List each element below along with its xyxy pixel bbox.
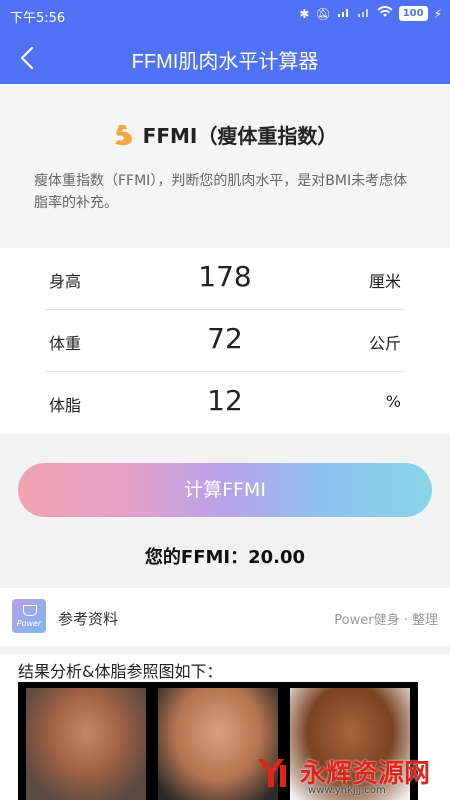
bluetooth-icon: ✱ bbox=[299, 6, 310, 21]
watermark-url: www.yhkjjj.com bbox=[307, 785, 386, 796]
status-bar: 下午5:56 ✱ 🔕︎ 100 ⚡︎ bbox=[0, 0, 450, 32]
ffmi-result: 您的FFMI：20.00 bbox=[144, 547, 306, 568]
bodyfat-input[interactable]: 12 bbox=[145, 384, 305, 417]
weight-input[interactable]: 72 bbox=[145, 322, 305, 355]
intro-heading-text: FFMI（瘦体重指数） bbox=[142, 124, 338, 148]
status-time: 下午5:56 bbox=[10, 11, 66, 26]
analysis-caption: 结果分析&体脂参照图如下： bbox=[18, 662, 223, 681]
weight-unit: 公斤 bbox=[368, 334, 401, 353]
height-label: 身高 bbox=[49, 272, 82, 291]
analysis-section: 结果分析&体脂参照图如下： 永辉资源网 www.yhkjjj.com bbox=[0, 654, 450, 800]
battery-indicator: 100 bbox=[398, 6, 428, 21]
bodyfat-label: 体脂 bbox=[49, 396, 82, 415]
power-logo: Power bbox=[12, 599, 46, 633]
watermark: 永辉资源网 www.yhkjjj.com bbox=[254, 753, 430, 796]
weight-label: 体重 bbox=[49, 334, 82, 353]
signal-icon-2 bbox=[357, 6, 371, 21]
intro-description: 瘦体重指数（FFMI），判断您的肌肉水平，是对BMI未考虑体脂率的补充。 bbox=[34, 173, 408, 211]
height-unit: 厘米 bbox=[368, 272, 401, 291]
signal-icon bbox=[337, 6, 351, 21]
app-bar: FFMI肌肉水平计算器 bbox=[0, 32, 450, 84]
reference-bar[interactable]: Power 参考资料 Power健身 · 整理 bbox=[0, 588, 450, 646]
height-input[interactable]: 178 bbox=[145, 260, 305, 293]
wifi-icon bbox=[377, 6, 393, 21]
reference-source: Power健身 · 整理 bbox=[334, 613, 438, 628]
physique-photo-1 bbox=[26, 688, 146, 800]
bodyfat-row: 体脂 12 % bbox=[45, 372, 405, 434]
status-icons: ✱ 🔕︎ 100 ⚡︎ bbox=[299, 6, 442, 21]
cup-icon bbox=[23, 605, 37, 616]
weight-row: 体重 72 公斤 bbox=[45, 310, 405, 372]
calculate-ffmi-button[interactable]: 计算FFMI bbox=[18, 463, 432, 517]
muscle-arm-icon bbox=[114, 124, 132, 145]
intro-section: FFMI（瘦体重指数） 瘦体重指数（FFMI），判断您的肌肉水平，是对BMI未考… bbox=[0, 84, 450, 248]
logo-text: Power bbox=[16, 619, 42, 628]
height-row: 身高 178 厘米 bbox=[45, 248, 405, 310]
bodyfat-unit: % bbox=[385, 392, 401, 411]
mute-icon: 🔕︎ bbox=[315, 6, 331, 21]
intro-heading: FFMI（瘦体重指数） bbox=[0, 120, 450, 149]
watermark-logo-icon bbox=[257, 758, 286, 787]
charging-icon: ⚡︎ bbox=[433, 6, 442, 21]
input-form: 身高 178 厘米 体重 72 公斤 体脂 12 % bbox=[0, 248, 450, 434]
reference-label: 参考资料 bbox=[58, 610, 119, 628]
page-title: FFMI肌肉水平计算器 bbox=[131, 51, 319, 73]
